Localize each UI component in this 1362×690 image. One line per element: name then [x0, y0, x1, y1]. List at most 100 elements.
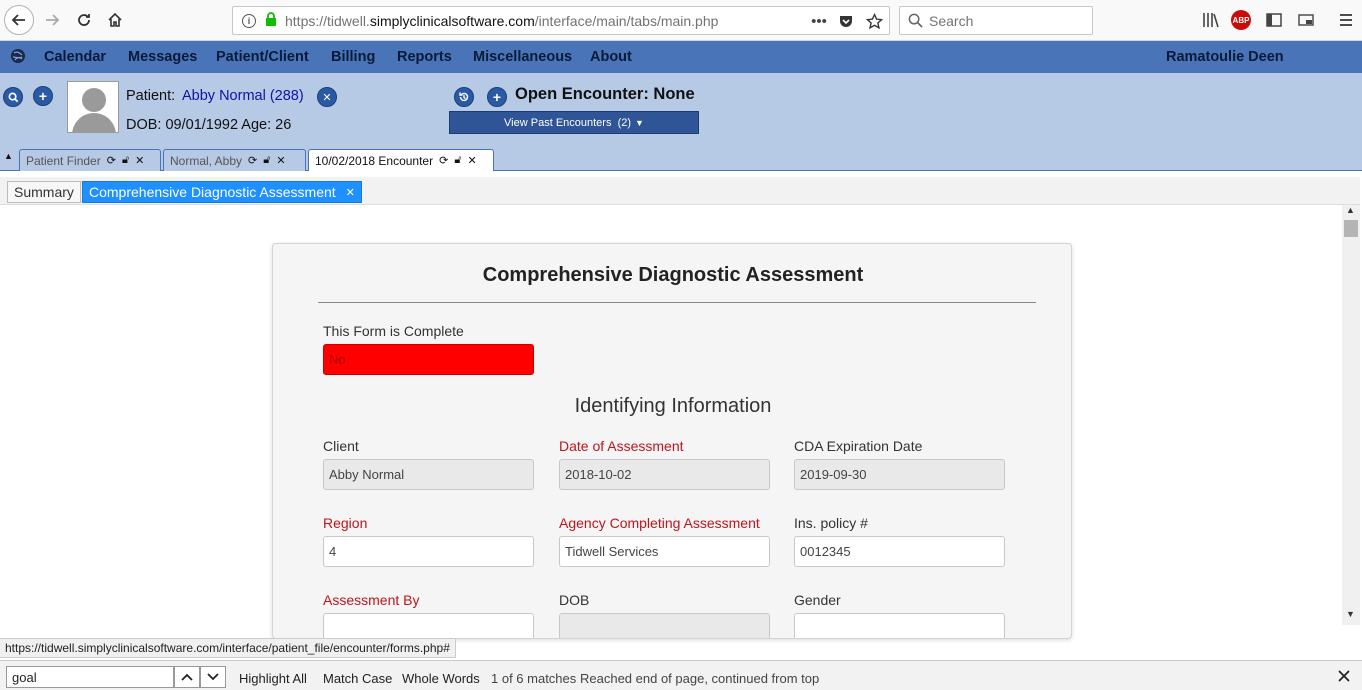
date-of-assessment-label: Date of Assessment [559, 438, 684, 454]
forward-button[interactable] [38, 6, 66, 34]
scroll-thumb[interactable] [1344, 220, 1358, 237]
menu-calendar[interactable]: Calendar [44, 49, 106, 65]
open-encounter-label: Open Encounter: None [515, 85, 695, 103]
assessment-by-field[interactable] [323, 613, 534, 638]
cda-expiration-field[interactable]: 2019-09-30 [794, 459, 1005, 490]
form-complete-select[interactable]: No [323, 344, 534, 375]
region-field[interactable]: 4 [323, 536, 534, 567]
find-previous-button[interactable] [174, 666, 200, 688]
tab-patient-finder[interactable]: Patient Finder ⟳ 🔓︎ ✕ [19, 149, 161, 171]
menu-reports[interactable]: Reports [397, 49, 452, 65]
sidebar-icon[interactable] [1263, 9, 1285, 31]
find-bar: goal Highlight All Match Case Whole Word… [0, 660, 1362, 690]
gender-field[interactable] [794, 613, 1005, 638]
back-arrow-icon [11, 14, 25, 26]
client-label: Client [323, 438, 359, 454]
app-logo-icon[interactable] [9, 47, 27, 65]
status-url: https://tidwell.simplyclinicalsoftware.c… [0, 638, 456, 658]
avatar [67, 81, 119, 133]
ins-policy-field[interactable]: 0012345 [794, 536, 1005, 567]
patient-search-button[interactable] [3, 87, 23, 107]
adblock-icon[interactable]: ABP [1231, 10, 1251, 30]
reload-button[interactable] [70, 6, 98, 34]
tab-summary[interactable]: Summary [7, 181, 81, 203]
collapse-caret-icon[interactable]: ▲ [4, 151, 13, 161]
search-placeholder: Search [929, 12, 974, 29]
browser-toolbar: i https://tidwell. simplyclinicalsoftware… [0, 0, 1362, 41]
url-prefix: https://tidwell. [285, 12, 370, 29]
url-path: /interface/main/tabs/main.php [534, 12, 719, 29]
close-icon[interactable]: ✕ [135, 154, 144, 167]
history-icon [459, 92, 469, 102]
search-box[interactable]: Search [899, 6, 1093, 35]
view-past-encounters-label: View Past Encounters (2) [504, 116, 632, 129]
chevron-up-icon [181, 673, 193, 681]
tab-label: Patient Finder [26, 153, 101, 168]
find-next-button[interactable] [200, 666, 226, 688]
pocket-icon[interactable] [835, 10, 857, 32]
patient-name-link[interactable]: Abby Normal (288) [182, 88, 304, 104]
find-close-button[interactable] [1337, 669, 1353, 685]
unlock-icon[interactable]: 🔓︎ [122, 154, 129, 167]
hamburger-menu-icon[interactable] [1335, 9, 1357, 31]
home-icon [108, 12, 122, 27]
tab-comprehensive-assessment[interactable]: Comprehensive Diagnostic Assessment ✕ [82, 181, 362, 203]
unlock-icon[interactable]: 🔓︎ [454, 154, 461, 167]
dob-field[interactable] [559, 613, 770, 638]
gender-label: Gender [794, 592, 841, 608]
scroll-up-icon[interactable]: ▲ [1346, 205, 1355, 215]
highlight-all-toggle[interactable]: Highlight All [239, 671, 307, 686]
patient-dob-age: DOB: 09/01/1992 Age: 26 [126, 117, 292, 133]
url-bar[interactable]: i https://tidwell. simplyclinicalsoftware… [232, 6, 890, 35]
close-icon[interactable]: ✕ [276, 154, 285, 167]
client-field[interactable]: Abby Normal [323, 459, 534, 490]
form-complete-label: This Form is Complete [323, 323, 464, 339]
menu-miscellaneous[interactable]: Miscellaneous [473, 49, 572, 65]
close-icon[interactable]: ✕ [346, 186, 355, 199]
dob-label: DOB [559, 592, 590, 608]
view-past-encounters-button[interactable]: View Past Encounters (2) ▼ [449, 111, 699, 134]
match-case-toggle[interactable]: Match Case [323, 671, 392, 686]
form-title: Comprehensive Diagnostic Assessment [482, 264, 864, 286]
refresh-icon[interactable]: ⟳ [439, 154, 448, 167]
region-label: Region [323, 515, 368, 531]
back-button[interactable] [4, 5, 34, 35]
whole-words-toggle[interactable]: Whole Words [402, 671, 480, 686]
scrollbar[interactable]: ▲ ▼ [1342, 205, 1360, 625]
match-count: 1 of 6 matches [491, 671, 577, 686]
library-icon[interactable] [1200, 9, 1222, 31]
tab-label: Comprehensive Diagnostic Assessment [89, 184, 336, 200]
close-icon: ✕ [322, 91, 332, 104]
tab-label: 10/02/2018 Encounter [315, 153, 434, 168]
close-icon[interactable]: ✕ [467, 154, 476, 167]
bookmark-star-icon[interactable] [863, 10, 885, 32]
user-name[interactable]: Ramatoulie Deen [1166, 49, 1284, 65]
new-encounter-button[interactable]: + [487, 87, 507, 107]
add-patient-button[interactable]: + [33, 86, 53, 106]
plus-icon: + [38, 88, 48, 104]
encounter-history-button[interactable] [454, 87, 474, 107]
page-actions-icon[interactable]: ••• [808, 10, 830, 32]
title-divider [318, 302, 1036, 303]
menu-patient-client[interactable]: Patient/Client [216, 49, 309, 65]
refresh-icon[interactable]: ⟳ [107, 154, 116, 167]
forward-arrow-icon [46, 14, 60, 26]
info-icon[interactable]: i [242, 13, 256, 28]
tab-normal-abby[interactable]: Normal, Abby ⟳ 🔓︎ ✕ [163, 149, 306, 171]
home-button[interactable] [101, 6, 129, 34]
unlock-icon[interactable]: 🔓︎ [263, 154, 270, 167]
close-patient-button[interactable]: ✕ [317, 87, 337, 107]
menu-about[interactable]: About [590, 49, 632, 65]
refresh-icon[interactable]: ⟳ [248, 154, 257, 167]
agency-field[interactable]: Tidwell Services [559, 536, 770, 567]
screenshot-icon[interactable] [1295, 9, 1317, 31]
assessment-by-label: Assessment By [323, 592, 420, 608]
plus-icon: + [492, 89, 502, 105]
find-input[interactable]: goal [6, 666, 174, 688]
menu-billing[interactable]: Billing [331, 49, 375, 65]
scroll-down-icon[interactable]: ▼ [1346, 609, 1355, 619]
date-of-assessment-field[interactable]: 2018-10-02 [559, 459, 770, 490]
menu-messages[interactable]: Messages [128, 49, 197, 65]
tab-encounter[interactable]: 10/02/2018 Encounter ⟳ 🔓︎ ✕ [308, 149, 494, 171]
patient-label: Patient: [126, 88, 176, 104]
